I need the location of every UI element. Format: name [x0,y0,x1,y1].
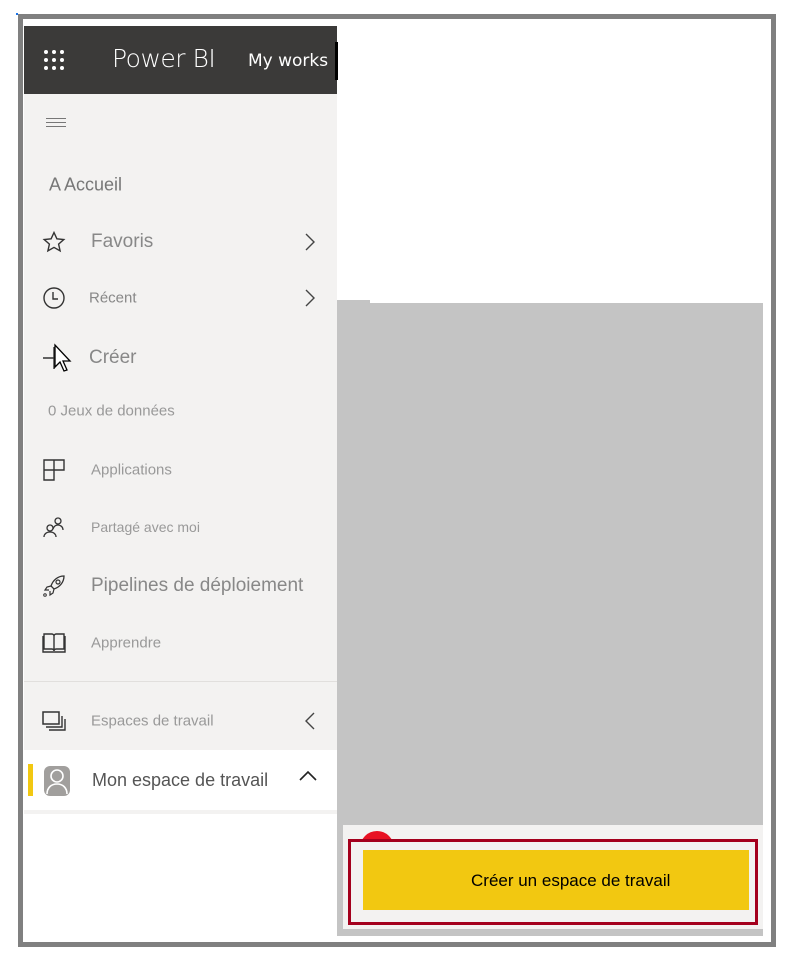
chevron-right-icon[interactable] [305,233,315,251]
nav-learn-label: Apprendre [91,634,162,652]
text-caret [335,42,342,80]
nav-item-favorites[interactable]: Favoris [24,222,337,262]
nav-home-label: A Accueil [49,174,123,195]
nav-favorites-label: Favoris [91,231,154,252]
nav-datasets-label: 0 Jeux de données [48,402,175,420]
chevron-right-icon[interactable] [305,289,315,307]
shared-users-icon [43,517,64,538]
hamburger-icon[interactable] [46,118,66,130]
chevron-up-icon[interactable] [299,770,317,782]
rocket-icon [43,575,65,597]
callout-highlight: Créer un espace de travail [348,839,758,925]
nav-item-datasets[interactable]: 0 Jeux de données [24,391,337,431]
app-title[interactable]: Power BI [112,44,216,73]
star-icon [42,230,66,253]
nav-item-my-workspace[interactable]: Mon espace de travail [24,750,337,810]
person-icon [44,766,70,796]
nav-item-pipelines[interactable]: Pipelines de déploiement [24,566,337,606]
nav-pipelines-label: Pipelines de déploiement [91,575,304,596]
selection-indicator [28,764,33,796]
apps-icon [43,459,65,481]
create-workspace-label: Créer un espace de travail [471,871,671,890]
nav-create-label: Créer [89,347,137,368]
nav-item-apps[interactable]: Applications [24,450,337,490]
nav-divider [24,681,337,682]
clock-icon [43,287,65,309]
nav-item-workspaces[interactable]: Espaces de travail [24,701,337,741]
navigation-pane: A Accueil Favoris Récent Créer 0 Jeux de… [24,94,337,750]
workspaces-flyout-overlay [337,303,763,823]
nav-item-shared[interactable]: Partagé avec moi [24,507,337,547]
nav-item-recent[interactable]: Récent [24,278,337,318]
chevron-left-icon[interactable] [305,712,315,730]
nav-recent-label: Récent [89,289,137,307]
workspace-name[interactable]: My works [248,51,337,71]
sidebar-bottom-strip [24,810,337,814]
my-workspace-label: Mon espace de travail [92,770,269,790]
workspaces-icon [42,711,66,731]
mouse-cursor-icon [54,343,72,372]
top-bar: Power BI My works [24,26,337,94]
nav-apps-label: Applications [91,461,172,479]
nav-shared-label: Partagé avec moi [91,519,200,535]
app-launcher-icon[interactable] [44,50,66,70]
nav-item-learn[interactable]: Apprendre [24,623,337,663]
nav-workspaces-label: Espaces de travail [91,712,214,730]
nav-item-home[interactable]: A Accueil [24,165,337,205]
create-workspace-button[interactable]: Créer un espace de travail [363,850,749,910]
book-icon [42,633,66,653]
